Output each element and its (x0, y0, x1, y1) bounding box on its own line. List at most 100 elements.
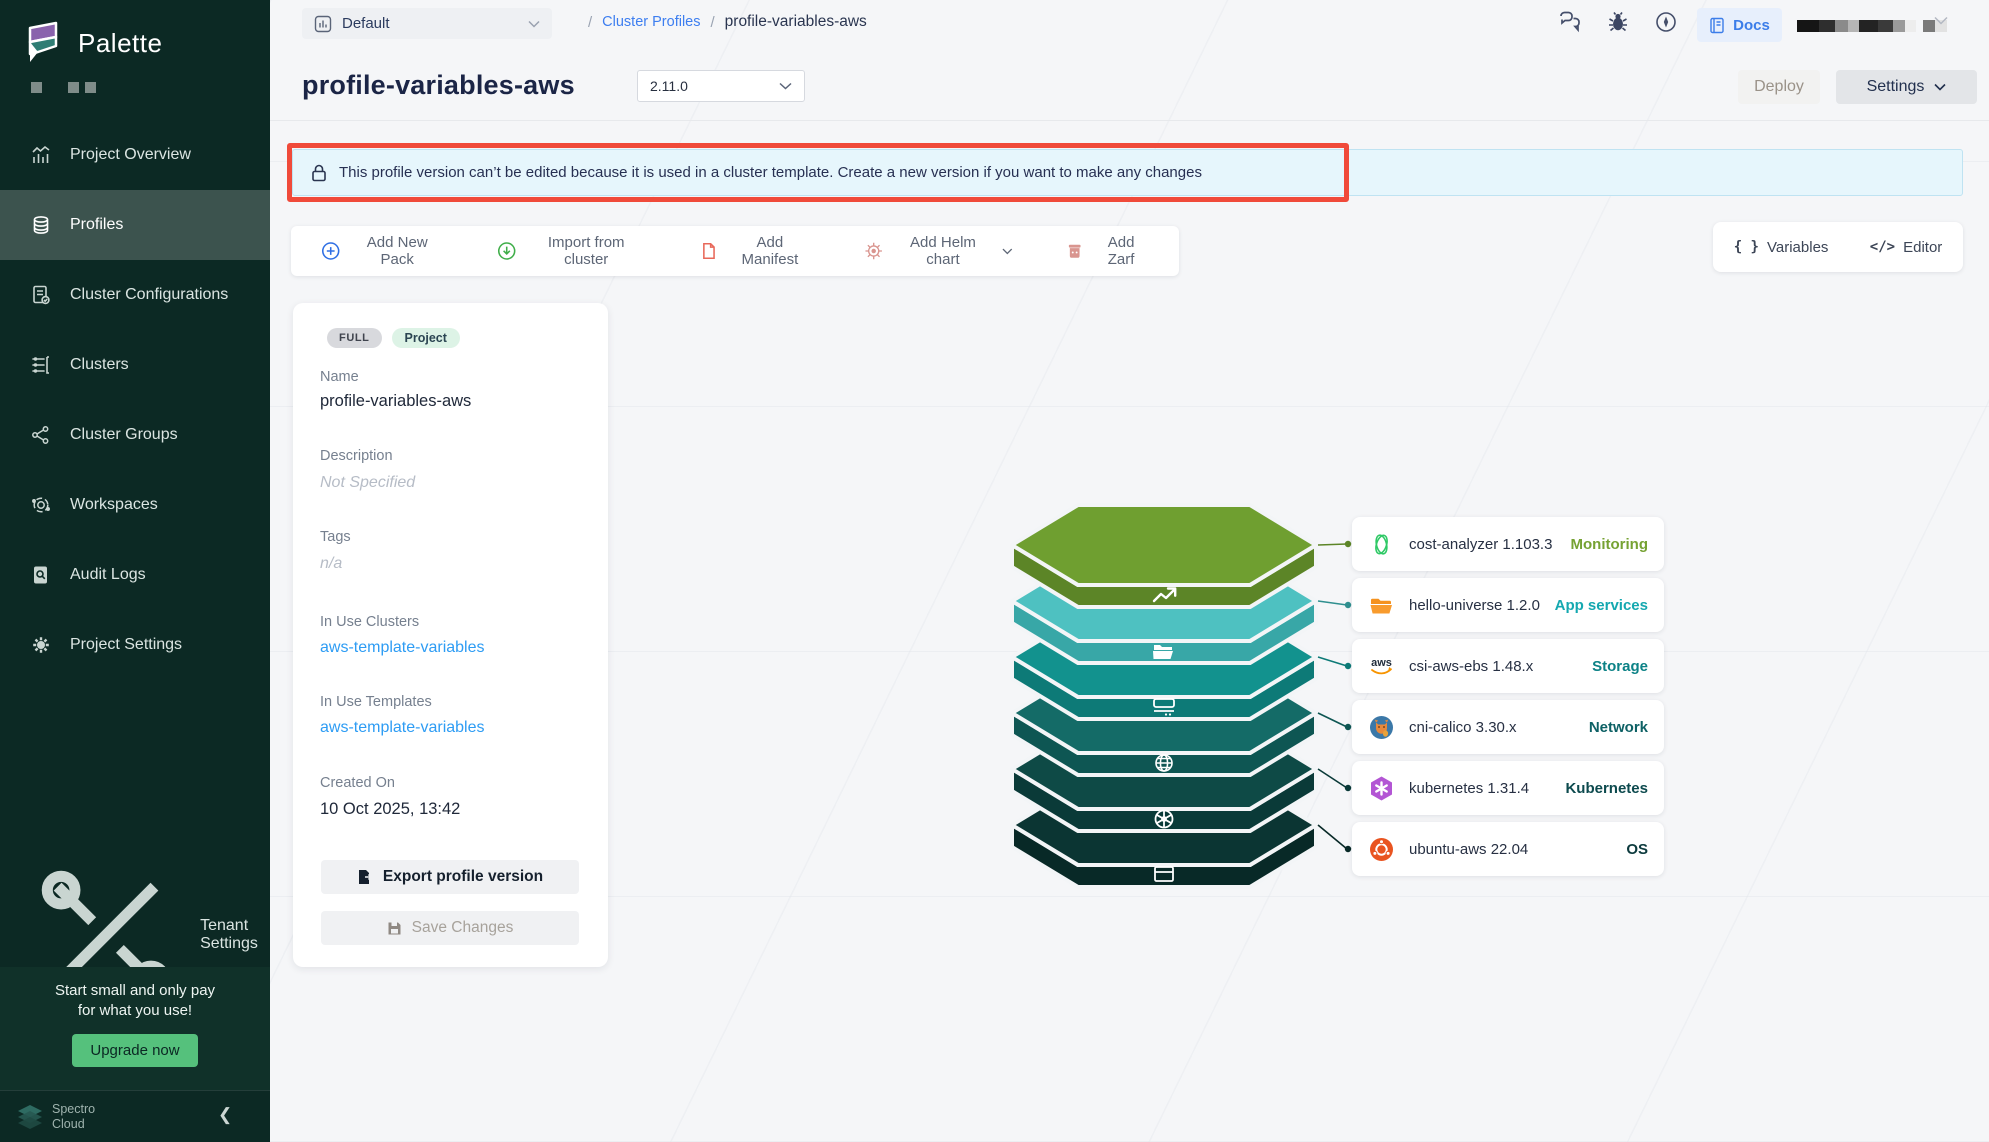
profile-version-select[interactable]: 2.11.0 (637, 70, 805, 102)
breadcrumb-link-cluster-profiles[interactable]: Cluster Profiles (602, 14, 700, 30)
add-zarf-label: Add Zarf (1093, 234, 1149, 268)
sidebar-item-clusters[interactable]: Clusters (0, 330, 270, 400)
breadcrumb: / Cluster Profiles / profile-variables-a… (588, 13, 867, 31)
lock-icon (311, 164, 327, 182)
sidebar-item-cluster-configurations[interactable]: Cluster Configurations (0, 260, 270, 330)
plus-circle-icon (321, 241, 340, 261)
workspaces-icon (30, 494, 52, 516)
import-from-cluster-label: Import from cluster (525, 234, 647, 268)
pack-label: cni-calico 3.30.x (1409, 719, 1575, 736)
cluster-groups-icon (30, 424, 52, 446)
braces-icon: { } (1734, 239, 1759, 255)
pack-category: Kubernetes (1565, 780, 1648, 797)
docs-button[interactable]: Docs (1697, 8, 1782, 42)
profile-badges: FULL Project (327, 328, 460, 348)
stack-connectors (1314, 503, 1354, 899)
add-new-pack-button[interactable]: Add New Pack (321, 234, 445, 268)
pack-label: hello-universe 1.2.0 (1409, 597, 1541, 614)
pack-card-cni-calico[interactable]: cni-calico 3.30.x Network (1352, 700, 1664, 754)
add-new-pack-label: Add New Pack (349, 234, 445, 268)
sidebar-item-project-settings[interactable]: Project Settings (0, 610, 270, 680)
compass-icon[interactable] (1654, 10, 1678, 34)
palette-logo-icon (22, 20, 66, 66)
book-icon (1709, 17, 1726, 34)
export-profile-version-button[interactable]: Export profile version (321, 860, 579, 894)
export-icon (357, 869, 373, 885)
chevron-down-icon (1934, 83, 1946, 91)
user-menu-chevron-icon[interactable] (1934, 16, 1948, 25)
spectro-cloud-brand: Spectro Cloud (0, 1102, 95, 1131)
sidebar-item-project-overview[interactable]: Project Overview (0, 120, 270, 190)
name-value: profile-variables-aws (320, 392, 471, 411)
description-label: Description (320, 448, 393, 464)
tags-label: Tags (320, 529, 351, 545)
name-label: Name (320, 369, 359, 385)
description-value: Not Specified (320, 474, 415, 492)
project-selector-value: Default (342, 15, 518, 32)
sidebar-item-label: Cluster Groups (70, 426, 178, 444)
chat-icon[interactable] (1558, 10, 1582, 34)
variables-button[interactable]: { } Variables (1734, 239, 1829, 256)
cluster-configurations-icon (30, 284, 52, 306)
profile-version-value: 2.11.0 (650, 78, 779, 94)
settings-button[interactable]: Settings (1836, 70, 1977, 104)
promo-text-line1: Start small and only pay (0, 967, 270, 1001)
profile-type-badge: FULL (327, 328, 382, 348)
topbar-actions (1558, 10, 1678, 34)
save-changes-button[interactable]: Save Changes (321, 911, 579, 945)
chevron-down-icon (779, 82, 792, 90)
sidebar-item-audit-logs[interactable]: Audit Logs (0, 540, 270, 610)
sidebar-item-cluster-groups[interactable]: Cluster Groups (0, 400, 270, 470)
pack-card-kubernetes[interactable]: kubernetes 1.31.4 Kubernetes (1352, 761, 1664, 815)
pack-category: Monitoring (1571, 536, 1648, 553)
bug-report-icon[interactable] (1606, 10, 1630, 34)
pack-label: kubernetes 1.31.4 (1409, 780, 1551, 797)
aws-icon: aws (1368, 653, 1395, 680)
save-icon (387, 921, 402, 936)
pack-category: Storage (1592, 658, 1648, 675)
pack-label: csi-aws-ebs 1.48.x (1409, 658, 1578, 675)
sidebar-item-tenant-settings[interactable]: Tenant Settings (0, 905, 270, 965)
import-from-cluster-button[interactable]: Import from cluster (497, 234, 647, 268)
user-menu-redacted-name[interactable] (1797, 20, 1947, 32)
project-settings-icon (30, 634, 52, 656)
import-download-icon (497, 241, 516, 261)
upgrade-now-button[interactable]: Upgrade now (72, 1034, 197, 1067)
deploy-button[interactable]: Deploy (1738, 70, 1820, 104)
created-on-label: Created On (320, 775, 395, 791)
sidebar-item-label: Clusters (70, 356, 129, 374)
sidebar-item-profiles[interactable]: Profiles (0, 190, 270, 260)
breadcrumb-separator: / (588, 14, 592, 31)
sidebar-item-workspaces[interactable]: Workspaces (0, 470, 270, 540)
sidebar-footer: Spectro Cloud ❮ (0, 1090, 270, 1142)
add-helm-chart-button[interactable]: Add Helm chart (864, 234, 1012, 268)
in-use-clusters-label: In Use Clusters (320, 614, 419, 630)
created-on-value: 10 Oct 2025, 13:42 (320, 800, 460, 819)
project-selector[interactable]: Default (302, 8, 552, 39)
pack-card-ubuntu-aws[interactable]: ubuntu-aws 22.04 OS (1352, 822, 1664, 876)
pack-card-hello-universe[interactable]: hello-universe 1.2.0 App services (1352, 578, 1664, 632)
logo-placeholder-squares (31, 82, 96, 93)
variables-label: Variables (1767, 239, 1828, 256)
in-use-clusters-link[interactable]: aws-template-variables (320, 639, 485, 657)
add-zarf-button[interactable]: Add Zarf (1065, 234, 1149, 268)
pack-card-csi-aws-ebs[interactable]: aws csi-aws-ebs 1.48.x Storage (1352, 639, 1664, 693)
zarf-icon (1065, 241, 1084, 261)
pack-category: App services (1555, 597, 1648, 614)
page-title: profile-variables-aws (302, 70, 575, 101)
profile-layer-stack[interactable] (1008, 503, 1320, 899)
sidebar-item-label: Project Settings (70, 636, 182, 654)
pack-category: OS (1626, 841, 1648, 858)
palette-logo[interactable]: Palette (22, 20, 162, 66)
spectro-cloud-logo-icon (16, 1104, 44, 1130)
settings-label: Settings (1867, 78, 1925, 96)
pack-card-cost-analyzer[interactable]: cost-analyzer 1.103.3 Monitoring (1352, 517, 1664, 571)
in-use-templates-link[interactable]: aws-template-variables (320, 719, 485, 737)
add-manifest-button[interactable]: Add Manifest (699, 234, 812, 268)
sidebar-item-label: Cluster Configurations (70, 286, 228, 304)
editor-button[interactable]: </> Editor (1870, 239, 1942, 256)
in-use-templates-label: In Use Templates (320, 694, 432, 710)
profile-details-card: FULL Project Name profile-variables-aws … (293, 303, 608, 967)
sidebar-collapse-button[interactable]: ❮ (218, 1105, 232, 1127)
add-helm-chart-label: Add Helm chart (893, 234, 993, 268)
